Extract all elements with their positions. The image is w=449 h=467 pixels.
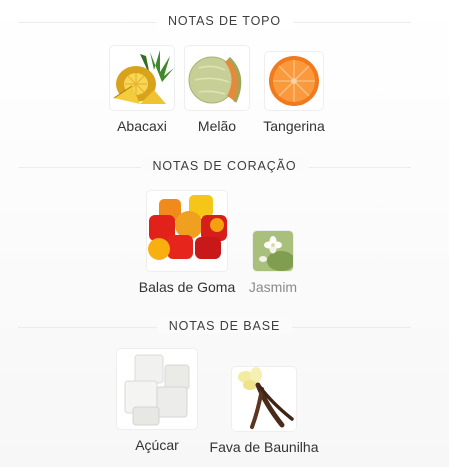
sugar-cubes-icon <box>117 349 197 429</box>
note-item-vanilla-bean[interactable]: Fava de Baunilha <box>208 367 320 455</box>
note-item-melon[interactable]: Melão <box>182 46 252 134</box>
section-title: NOTAS DE TOPO <box>155 14 294 28</box>
jasmine-icon <box>253 231 293 271</box>
melon-icon <box>185 46 249 110</box>
note-name: Balas de Goma <box>138 279 236 295</box>
section-header: NOTAS DE TOPO <box>0 10 449 34</box>
tangerine-icon <box>265 52 323 110</box>
note-name: Abacaxi <box>117 118 167 134</box>
note-name: Melão <box>197 118 237 134</box>
section-title: NOTAS DE BASE <box>156 319 293 333</box>
note-item-sugar[interactable]: Açúcar <box>116 349 198 453</box>
section-header: NOTAS DE BASE <box>0 315 449 339</box>
section-title: NOTAS DE CORAÇÃO <box>140 159 309 173</box>
vanilla-bean-icon <box>232 367 296 431</box>
note-item-gummy-candy[interactable]: Balas de Goma <box>136 191 238 295</box>
pineapple-icon <box>110 46 174 110</box>
top-notes-section: NOTAS DE TOPO Abacaxi Melão Tangerina <box>0 10 449 134</box>
note-item-jasmine[interactable]: Jasmim <box>245 231 301 295</box>
note-item-tangerine[interactable]: Tangerina <box>261 52 327 134</box>
heart-notes-section: NOTAS DE CORAÇÃO Balas de Goma Jasmim <box>0 155 449 295</box>
gummy-candy-icon <box>147 191 227 271</box>
section-header: NOTAS DE CORAÇÃO <box>0 155 449 179</box>
note-name: Tangerina <box>263 118 325 134</box>
note-name: Açúcar <box>135 437 179 453</box>
base-notes-section: NOTAS DE BASE Açúcar Fava de Baunilha <box>0 315 449 455</box>
note-item-pineapple[interactable]: Abacaxi <box>109 46 175 134</box>
note-name: Fava de Baunilha <box>209 439 319 455</box>
note-name: Jasmim <box>248 279 298 295</box>
